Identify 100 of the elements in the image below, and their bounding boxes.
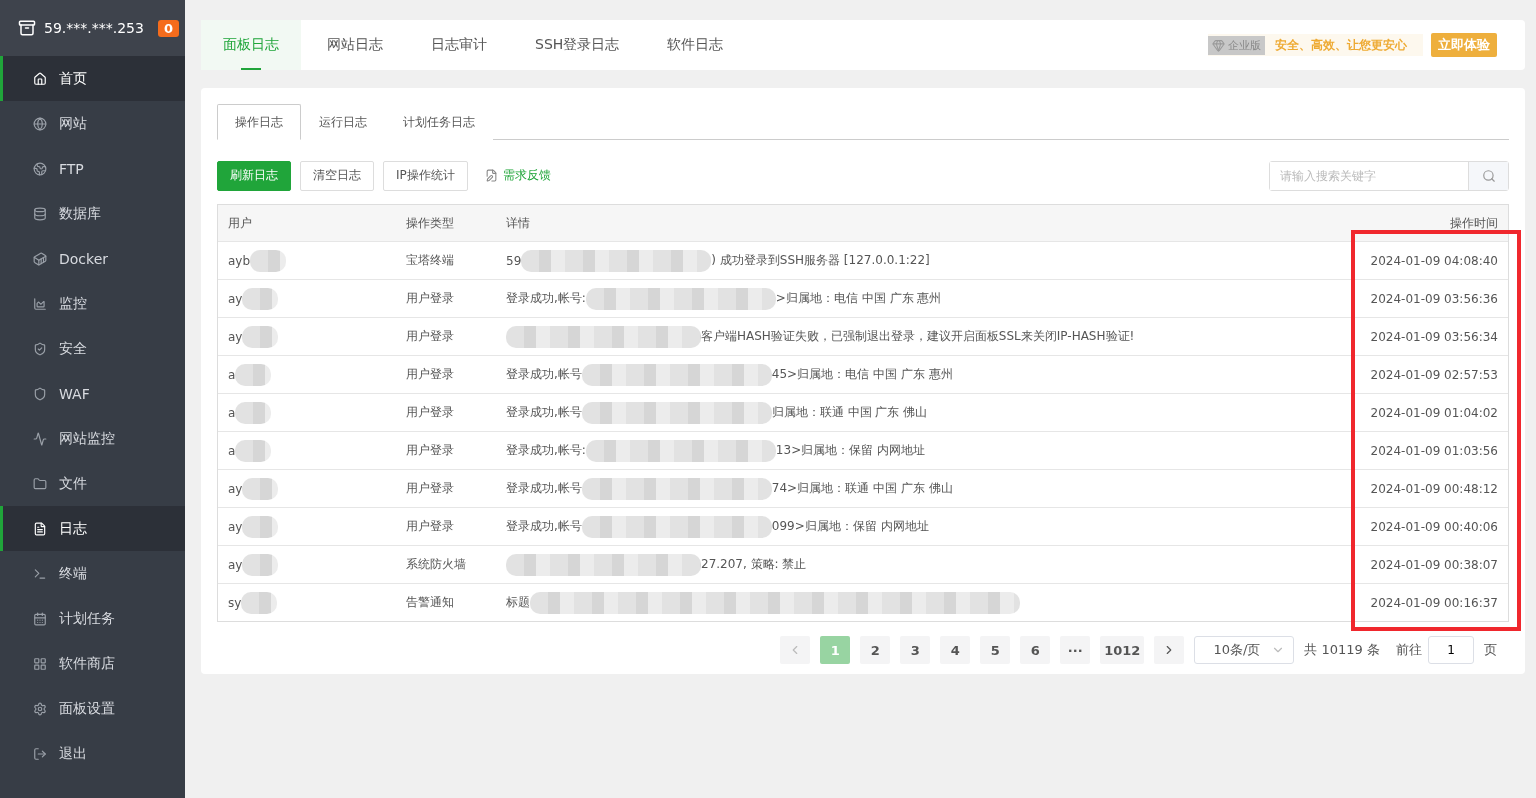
nav-label: 首页 (59, 69, 87, 88)
page-button[interactable]: 3 (900, 636, 931, 664)
operation-time: 2024-01-09 03:56:34 (1369, 329, 1498, 344)
logout-icon (33, 746, 47, 761)
detail-text: 登录成功,帐号 (506, 480, 582, 497)
column-header: 操作时间 (1449, 214, 1498, 232)
column-header: 操作类型 (406, 214, 455, 232)
page-button[interactable]: 1012 (1100, 636, 1145, 664)
next-page-button[interactable] (1154, 636, 1185, 664)
search-button[interactable] (1468, 161, 1508, 190)
grid-icon (33, 656, 47, 671)
nav-item[interactable]: FTP (0, 146, 185, 191)
nav-item[interactable]: 计划任务 (0, 596, 185, 641)
toolbar-button[interactable]: IP操作统计 (383, 160, 468, 191)
top-tab[interactable]: 日志审计 (409, 20, 509, 70)
redacted-area (242, 515, 279, 538)
nav-label: 网站 (59, 114, 87, 133)
nav-label: 数据库 (59, 204, 101, 223)
operation-type: 用户登录 (406, 290, 455, 307)
nav-item[interactable]: WAF (0, 371, 185, 416)
detail-text: 客户端HASH验证失败，已强制退出登录，建议开启面板SSL来关闭IP-HASH验证! (701, 328, 1135, 345)
operation-type: 用户登录 (406, 518, 455, 535)
redacted-area (235, 439, 272, 462)
redacted-area (242, 325, 279, 348)
nav-item[interactable]: 首页 (0, 56, 185, 101)
detail-text: 74>归属地：联通 中国 广东 佛山 (771, 480, 953, 497)
host-address: 59.***.***.253 (44, 20, 145, 36)
user-text: ayb (228, 253, 251, 268)
shield-icon (33, 386, 47, 401)
operation-type: 用户登录 (406, 404, 455, 421)
nav-label: FTP (59, 160, 84, 177)
user-text: sy (228, 595, 242, 610)
sub-tab[interactable]: 操作日志 (217, 104, 301, 140)
operation-type: 系统防火墙 (406, 556, 467, 573)
settings-icon (33, 701, 47, 716)
detail-text: 归属地：联通 中国 广东 佛山 (771, 404, 928, 421)
operation-type: 用户登录 (406, 442, 455, 459)
page-button[interactable]: ··· (1060, 636, 1091, 664)
nav-label: 计划任务 (59, 609, 115, 628)
activity-icon (33, 431, 47, 446)
nav-label: 监控 (59, 294, 87, 313)
detail-text: ) 成功登录到SSH服务器 [127.0.0.1:22] (711, 252, 930, 269)
diamond-icon (1212, 38, 1225, 52)
nav-item[interactable]: 网站 (0, 101, 185, 146)
nav-item[interactable]: 软件商店 (0, 641, 185, 686)
detail-text: 标题 (506, 594, 530, 611)
detail-text: 登录成功,帐号 (506, 366, 582, 383)
redacted-area (242, 477, 279, 500)
nav-item[interactable]: 面板设置 (0, 686, 185, 731)
nav-label: 日志 (59, 519, 87, 538)
page-button[interactable]: 6 (1020, 636, 1051, 664)
top-tab[interactable]: 网站日志 (305, 20, 405, 70)
top-tab[interactable]: SSH登录日志 (513, 20, 642, 70)
page-input[interactable]: 1 (1428, 636, 1474, 664)
nav-item[interactable]: 文件 (0, 461, 185, 506)
nav-label: 文件 (59, 474, 87, 493)
nav-item[interactable]: 数据库 (0, 191, 185, 236)
redacted-area (242, 287, 279, 310)
database-icon (33, 206, 47, 221)
top-tab[interactable]: 软件日志 (645, 20, 746, 70)
nav-item[interactable]: 监控 (0, 281, 185, 326)
page-unit: 页 (1484, 641, 1497, 659)
nav-item[interactable]: 网站监控 (0, 416, 185, 461)
goto-label: 前往 (1396, 641, 1422, 659)
nav-item[interactable]: 终端 (0, 551, 185, 596)
nav-label: 终端 (59, 564, 87, 583)
operation-time: 2024-01-09 02:57:53 (1369, 367, 1498, 382)
nav-item[interactable]: Docker (0, 236, 185, 281)
page-button[interactable]: 4 (940, 636, 971, 664)
user-text: ay (228, 519, 243, 534)
detail-text: 登录成功,帐号: (506, 290, 586, 307)
detail-text: 登录成功,帐号 (506, 518, 582, 535)
operation-time: 2024-01-09 04:08:40 (1369, 253, 1498, 268)
nav-item[interactable]: 退出 (0, 731, 185, 776)
operation-time: 2024-01-09 00:48:12 (1369, 481, 1498, 496)
globe-icon (33, 161, 47, 176)
server-icon (18, 19, 36, 37)
search-field[interactable]: 请输入搜索关键字 (1269, 160, 1509, 191)
user-text: a (228, 367, 236, 382)
detail-text: 登录成功,帐号: (506, 442, 586, 459)
detail-text: >归属地：电信 中国 广东 惠州 (775, 290, 942, 307)
nav-item[interactable]: 日志 (0, 506, 185, 551)
redacted-area (241, 591, 278, 614)
nav-item[interactable]: 安全 (0, 326, 185, 371)
user-text: ay (228, 557, 243, 572)
folder-icon (33, 476, 47, 491)
detail-text: 59 (506, 253, 522, 268)
column-header: 详情 (506, 214, 531, 232)
toolbar-button[interactable]: 清空日志 (300, 160, 374, 191)
page-button[interactable]: 5 (980, 636, 1011, 664)
operation-time: 2024-01-09 03:56:36 (1369, 291, 1498, 306)
document-icon (33, 521, 47, 536)
user-text: a (228, 405, 236, 420)
operation-time: 2024-01-09 00:40:06 (1369, 519, 1498, 534)
page-button[interactable]: 2 (860, 636, 891, 664)
nav-label: WAF (59, 385, 90, 402)
page-size-select[interactable]: 10条/页 (1194, 636, 1295, 664)
calendar-icon (33, 611, 47, 626)
home-icon (33, 71, 47, 86)
nav-label: Docker (59, 250, 109, 267)
